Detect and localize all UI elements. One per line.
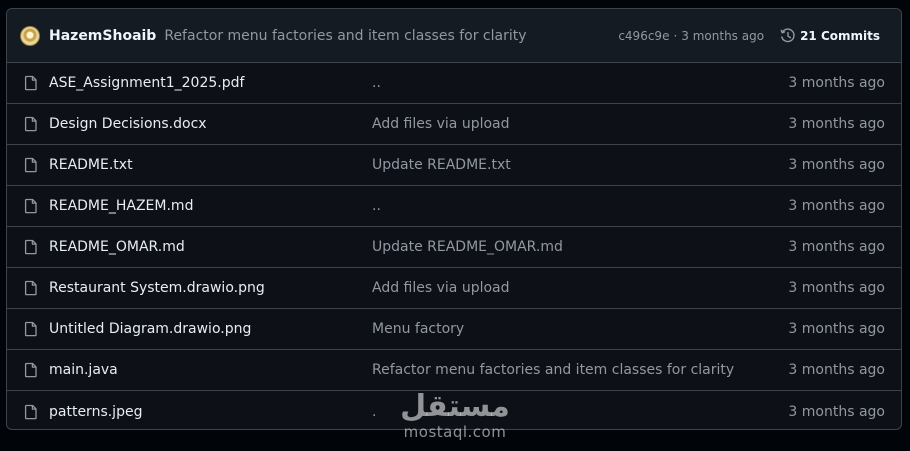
file-last-modified: 3 months ago: [788, 239, 885, 255]
file-commit-message-link[interactable]: ..: [372, 75, 788, 91]
file-list: ASE_Assignment1_2025.pdf .. 3 months ago…: [7, 63, 901, 429]
author-avatar[interactable]: [20, 25, 40, 46]
file-last-modified: 3 months ago: [788, 403, 885, 420]
file-icon: [24, 404, 37, 419]
file-icon: [24, 239, 37, 255]
file-commit-message-link[interactable]: Update README_OMAR.md: [372, 239, 788, 255]
latest-commit-bar: HazemShoaib Refactor menu factories and …: [7, 9, 901, 63]
file-last-modified: 3 months ago: [788, 198, 885, 214]
file-commit-message-link[interactable]: .: [372, 404, 788, 420]
file-commit-message-link[interactable]: ..: [372, 198, 788, 214]
file-commit-message-link[interactable]: Menu factory: [372, 321, 788, 337]
file-commit-message-link[interactable]: Add files via upload: [372, 116, 788, 132]
file-icon: [24, 157, 37, 173]
file-name-link[interactable]: README.txt: [49, 157, 369, 173]
file-name-link[interactable]: Restaurant System.drawio.png: [49, 280, 369, 296]
file-name-link[interactable]: README_HAZEM.md: [49, 198, 369, 214]
file-last-modified: 3 months ago: [788, 321, 885, 337]
file-icon: [24, 198, 37, 214]
file-last-modified: 3 months ago: [788, 116, 885, 132]
commits-history-link[interactable]: 21 Commits: [780, 26, 888, 46]
file-name-link[interactable]: ASE_Assignment1_2025.pdf: [49, 75, 369, 91]
file-row[interactable]: patterns.jpeg . 3 months ago: [7, 391, 901, 429]
file-icon: [24, 280, 37, 296]
file-row[interactable]: Restaurant System.drawio.png Add files v…: [7, 268, 901, 309]
file-browser: HazemShoaib Refactor menu factories and …: [6, 8, 902, 430]
file-icon: [24, 321, 37, 337]
file-row[interactable]: README.txt Update README.txt 3 months ag…: [7, 145, 901, 186]
file-row[interactable]: ASE_Assignment1_2025.pdf .. 3 months ago: [7, 63, 901, 104]
file-commit-message-link[interactable]: Update README.txt: [372, 157, 788, 173]
commit-hash[interactable]: c496c9e: [618, 29, 669, 43]
file-name-link[interactable]: main.java: [49, 362, 369, 378]
file-last-modified: 3 months ago: [788, 362, 885, 378]
file-row[interactable]: Design Decisions.docx Add files via uplo…: [7, 104, 901, 145]
commit-author[interactable]: HazemShoaib: [49, 28, 156, 44]
file-row[interactable]: README_HAZEM.md .. 3 months ago: [7, 186, 901, 227]
file-icon: [24, 362, 37, 378]
commit-meta: c496c9e · 3 months ago: [618, 29, 764, 43]
file-row[interactable]: README_OMAR.md Update README_OMAR.md 3 m…: [7, 227, 901, 268]
file-last-modified: 3 months ago: [788, 280, 885, 296]
history-clock-icon: [780, 27, 795, 42]
file-commit-message-link[interactable]: Add files via upload: [372, 280, 788, 296]
meta-separator: ·: [673, 28, 678, 43]
file-icon: [24, 116, 37, 132]
file-row[interactable]: main.java Refactor menu factories and it…: [7, 350, 901, 391]
file-last-modified: 3 months ago: [788, 157, 885, 173]
latest-commit-message[interactable]: Refactor menu factories and item classes…: [164, 28, 526, 44]
file-name-link[interactable]: Untitled Diagram.drawio.png: [49, 321, 369, 337]
file-last-modified: 3 months ago: [788, 75, 885, 91]
commits-count-label: 21 Commits: [800, 28, 880, 43]
file-row[interactable]: Untitled Diagram.drawio.png Menu factory…: [7, 309, 901, 350]
commit-time: 3 months ago: [681, 28, 765, 43]
file-commit-message-link[interactable]: Refactor menu factories and item classes…: [372, 362, 788, 378]
file-name-link[interactable]: README_OMAR.md: [49, 239, 369, 255]
file-icon: [24, 75, 37, 91]
file-name-link[interactable]: patterns.jpeg: [49, 404, 369, 420]
file-name-link[interactable]: Design Decisions.docx: [49, 116, 369, 132]
